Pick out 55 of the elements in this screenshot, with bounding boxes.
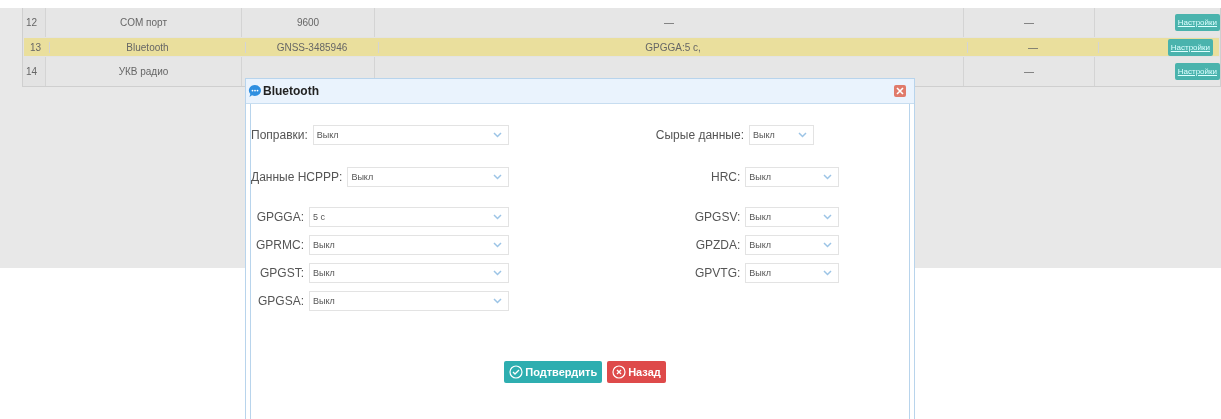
dropdown-field[interactable]: Выкл [312,125,509,145]
field-label: GPGSA: [258,294,304,308]
field-label: GPRMC: [256,238,304,252]
table-row[interactable]: 13 Bluetooth GNSS-3485946 GPGGA:5 с, — Настройки [23,37,1220,57]
table-cell: GNSS-3485946 [276,41,348,53]
dropdown-field[interactable]: Выкл [745,207,839,227]
dropdown-field[interactable]: Выкл [309,263,509,283]
table-cell: GPGGA:5 с, [645,41,701,53]
field-label: GPGGA: [256,210,304,224]
table-row[interactable]: 12 COM порт 9600 — — Настройки [23,8,1220,37]
dropdown-field[interactable]: Выкл [745,235,839,255]
back-button[interactable]: Назад [607,361,666,383]
dropdown-field[interactable]: Выкл [745,167,839,187]
field-label: GPGST: [260,266,304,280]
table-cell: — [1028,41,1038,53]
dropdown-field[interactable]: 5 с [309,207,509,227]
chevron-down-icon [823,270,832,276]
chevron-down-icon [823,214,832,220]
table-cell: — [1024,17,1034,28]
chat-bubble-icon [248,84,262,98]
row-number: 13 [30,41,42,53]
dropdown-field[interactable]: Выкл [745,263,839,283]
chevron-down-icon [823,242,832,248]
table-cell: УКВ радио [118,66,169,77]
chevron-down-icon [493,174,502,180]
field-label: HRC: [709,170,741,184]
dialog-title: Bluetooth [263,84,320,98]
table-cell: Bluetooth [126,41,169,53]
row-number: 14 [26,66,38,77]
chevron-down-icon [493,242,502,248]
chevron-down-icon [493,132,502,138]
chevron-down-icon [493,298,502,304]
field-label: GPVTG: [693,266,741,280]
chevron-down-icon [823,174,832,180]
cancel-circle-icon [612,365,627,379]
field-label: Поправки: [251,128,308,142]
table-cell: — [1024,66,1034,77]
close-icon [896,87,904,95]
dropdown-field[interactable]: Выкл [749,125,814,145]
field-label: GPGSV: [693,210,741,224]
table-cell: — [664,17,674,28]
dropdown-field[interactable]: Выкл [347,167,509,187]
row-number: 12 [26,17,38,28]
close-button[interactable] [894,85,906,97]
chevron-down-icon [798,132,807,138]
field-label: Сырые данные: [654,128,744,142]
field-label: Данные HCPPP: [251,170,343,184]
dropdown-field[interactable]: Выкл [309,235,509,255]
table-cell: 9600 [296,17,320,28]
check-circle-icon [509,365,524,379]
dropdown-field[interactable]: Выкл [309,291,509,311]
table-cell: COM порт [120,17,167,28]
chevron-down-icon [493,214,502,220]
field-label: GPZDA: [694,238,741,252]
chevron-down-icon [493,270,502,276]
